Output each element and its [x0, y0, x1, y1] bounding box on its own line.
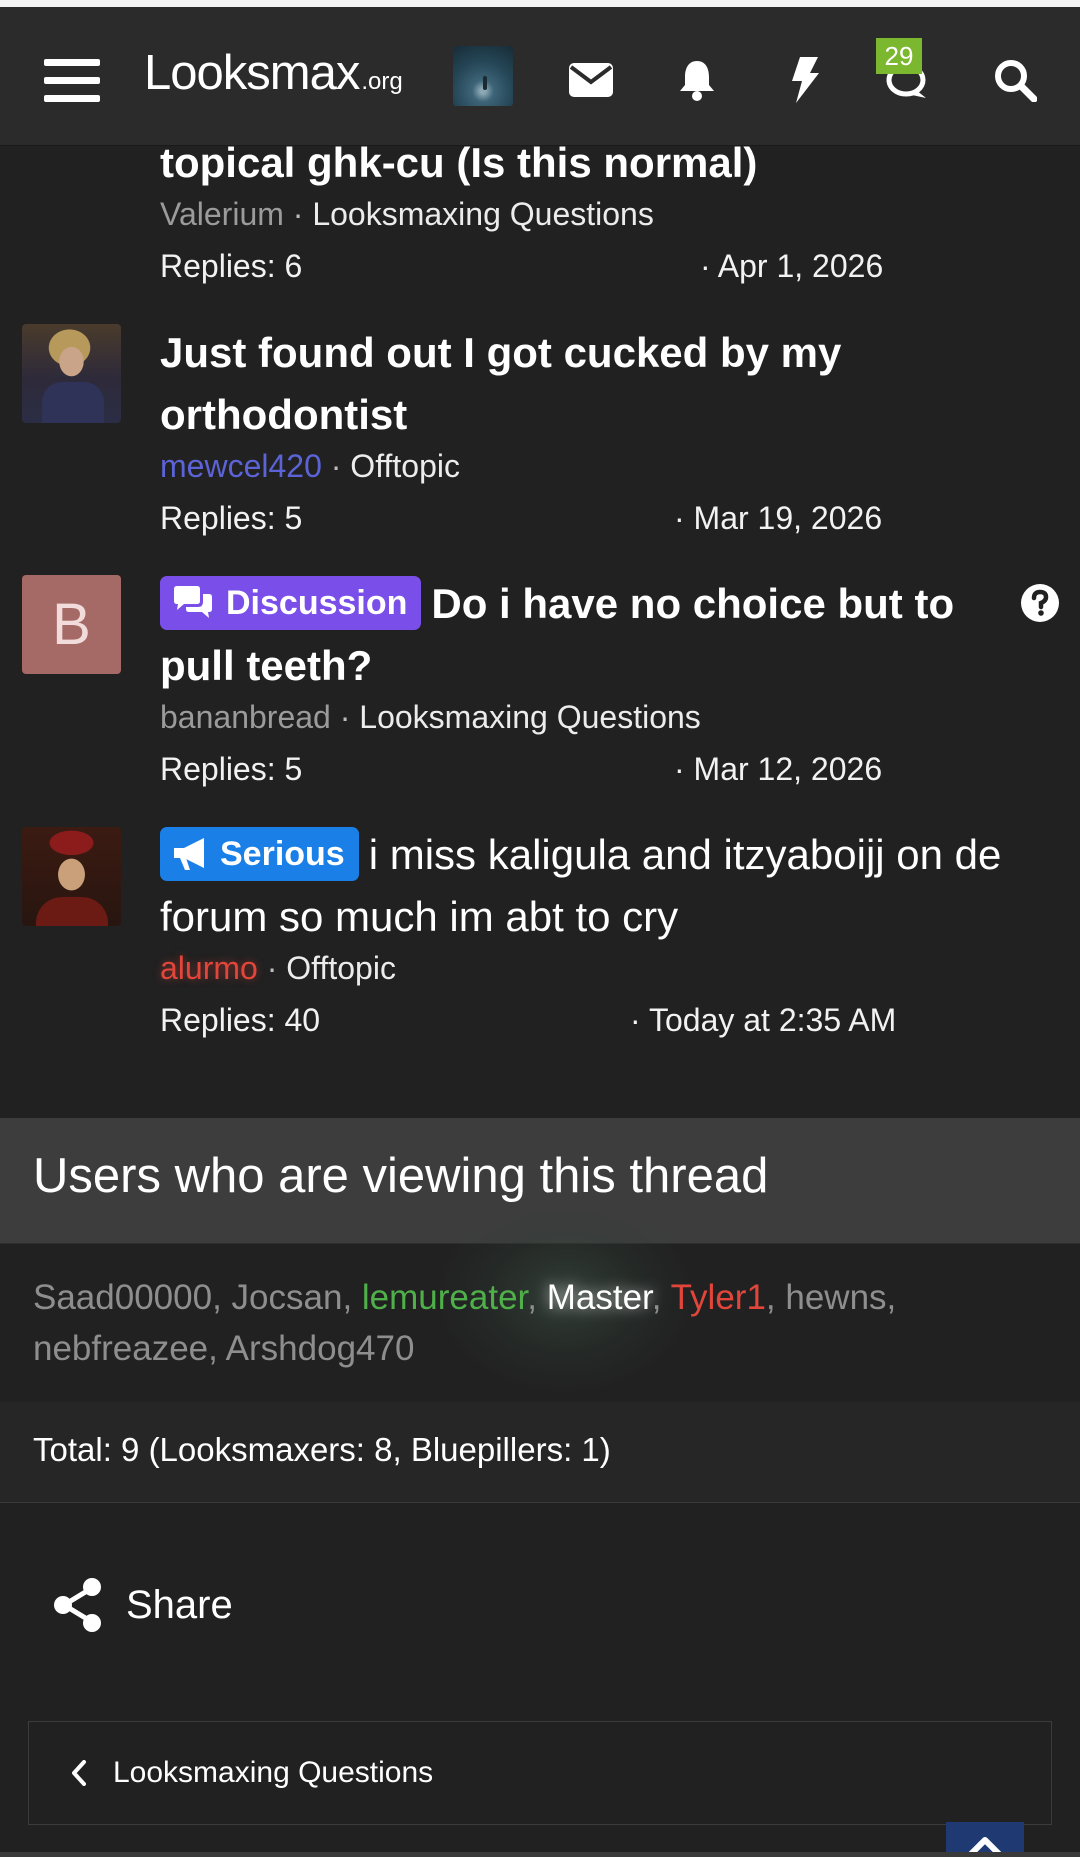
thread-date: · Mar 19, 2026: [674, 500, 883, 536]
chevron-left-icon: [72, 1760, 86, 1786]
top-navbar: Lᴏoksmax .org: [0, 7, 1080, 146]
top-border: [0, 0, 1080, 7]
thread-stats: Replies: 5 · Mar 19, 2026: [160, 500, 1060, 540]
thread-meta: bananbread · Looksmaxing Questions: [160, 697, 960, 737]
comments-icon: [174, 585, 212, 618]
thread-stats: Replies: 40 · Today at 2:35 AM: [160, 1002, 1060, 1042]
thread-title[interactable]: Serious i miss kaligula and itzyaboijj o…: [160, 824, 1060, 948]
logo-suffix: .org: [361, 68, 403, 95]
breadcrumb-label: Looksmaxing Questions: [113, 1756, 434, 1789]
thread-meta: mewcel420 · Offtopic: [160, 446, 1060, 486]
avatar-figure: [42, 382, 104, 423]
thread-date: · Today at 2:35 AM: [630, 1002, 897, 1038]
thread-date-value: Mar 12, 2026: [693, 751, 883, 787]
thread-author[interactable]: bananbread: [160, 699, 331, 735]
bolt-icon: [792, 57, 819, 103]
thread-meta: alurmo · Offtopic: [160, 948, 1060, 988]
thread-avatar[interactable]: [22, 324, 121, 423]
meta-separator: ·: [339, 699, 360, 735]
thread-body: Serious i miss kaligula and itzyaboijj o…: [160, 824, 1060, 1042]
viewer-link[interactable]: Jocsan: [232, 1278, 343, 1317]
prefix-badge-discussion[interactable]: Discussion: [160, 575, 422, 630]
bell-icon: [680, 61, 714, 101]
avatar-figure: [36, 897, 108, 926]
viewer-link[interactable]: Tyler1: [671, 1278, 766, 1317]
avatar-letter: B: [52, 592, 91, 657]
prefix-label: Serious: [220, 834, 345, 873]
thread-replies: Replies: 5: [160, 751, 303, 787]
search-button[interactable]: [982, 47, 1048, 113]
breadcrumb[interactable]: Looksmaxing Questions: [28, 1721, 1052, 1825]
thread-avatar[interactable]: [22, 827, 121, 926]
thread-date: · Apr 1, 2026: [700, 248, 884, 284]
whats-new-button[interactable]: [774, 47, 836, 113]
meta-separator: ·: [292, 196, 313, 232]
thread-stats: Replies: 5 · Mar 12, 2026: [160, 751, 960, 791]
menu-icon: [44, 59, 100, 102]
thread-forum[interactable]: Looksmaxing Questions: [359, 699, 701, 735]
inbox-button[interactable]: [560, 47, 622, 113]
conversations-count-badge: 29: [876, 38, 922, 74]
thread-body: Just found out I got cucked by my orthod…: [160, 322, 1060, 540]
thread-stats: Replies: 6 · Apr 1, 2026: [160, 248, 1060, 288]
thread-author[interactable]: Valerium: [160, 196, 284, 232]
thread-forum[interactable]: Looksmaxing Questions: [312, 196, 654, 232]
thread-avatar[interactable]: B: [22, 575, 121, 674]
share-button[interactable]: Share: [52, 1574, 233, 1636]
bottom-border: [0, 1852, 1080, 1857]
thread-meta: Valerium · Looksmaxing Questions: [160, 194, 1060, 234]
alerts-button[interactable]: [664, 47, 730, 113]
thread-body: Discussion Do i have no choice but to pu…: [160, 573, 960, 791]
avatar-figure: [483, 76, 487, 90]
thread-date-value: Mar 19, 2026: [693, 500, 883, 536]
viewers-total: Total: 9 (Looksmaxers: 8, Bluepillers: 1…: [33, 1431, 611, 1468]
viewer-link[interactable]: hewns: [785, 1278, 886, 1317]
viewer-link[interactable]: nebfreazee: [33, 1329, 208, 1368]
search-icon: [995, 60, 1037, 102]
thread-author[interactable]: mewcel420: [160, 448, 322, 484]
viewer-link[interactable]: Master: [547, 1278, 652, 1317]
share-icon: [54, 1578, 101, 1632]
viewer-link[interactable]: Saad00000: [33, 1278, 212, 1317]
meta-separator: ·: [266, 950, 287, 986]
prefix-badge-serious[interactable]: Serious: [160, 826, 359, 881]
question-icon[interactable]: [1020, 583, 1060, 623]
site-logo[interactable]: Lᴏoksmax .org: [144, 45, 403, 115]
envelope-icon: [569, 63, 613, 97]
thread-date: · Mar 12, 2026: [674, 751, 883, 787]
thread-title[interactable]: Just found out I got cucked by my orthod…: [160, 322, 1060, 446]
thread-forum[interactable]: Offtopic: [286, 950, 396, 986]
logo-text: Lᴏoksmax: [144, 46, 360, 100]
thread-date-value: Today at 2:35 AM: [648, 1002, 897, 1038]
thread-replies: Replies: 6: [160, 248, 303, 284]
thread-replies: Replies: 5: [160, 500, 303, 536]
viewers-title: Users who are viewing this thread: [33, 1149, 769, 1203]
meta-separator: ·: [330, 448, 351, 484]
viewers-header: Users who are viewing this thread: [0, 1118, 1080, 1244]
menu-button[interactable]: [34, 43, 110, 119]
viewers-list: Saad00000, Jocsan, lemureater, Master, T…: [33, 1278, 897, 1368]
user-avatar[interactable]: [453, 46, 513, 106]
thread-body: topical ghk-cu (Is this normal) Valerium…: [160, 132, 1060, 288]
share-label: Share: [126, 1582, 233, 1627]
thread-date-value: Apr 1, 2026: [717, 248, 884, 284]
viewer-link[interactable]: lemureater: [362, 1278, 527, 1317]
megaphone-icon: [174, 837, 204, 870]
thread-replies: Replies: 40: [160, 1002, 321, 1038]
thread-author[interactable]: alurmo: [160, 950, 258, 986]
thread-forum[interactable]: Offtopic: [350, 448, 460, 484]
page: Lᴏoksmax .org 29 topical ghk-cu (Is this…: [0, 0, 1080, 1857]
viewer-link[interactable]: Arshdog470: [226, 1329, 415, 1368]
prefix-label: Discussion: [226, 583, 408, 622]
thread-title[interactable]: Discussion Do i have no choice but to pu…: [160, 573, 960, 697]
divider: [0, 1502, 1080, 1503]
